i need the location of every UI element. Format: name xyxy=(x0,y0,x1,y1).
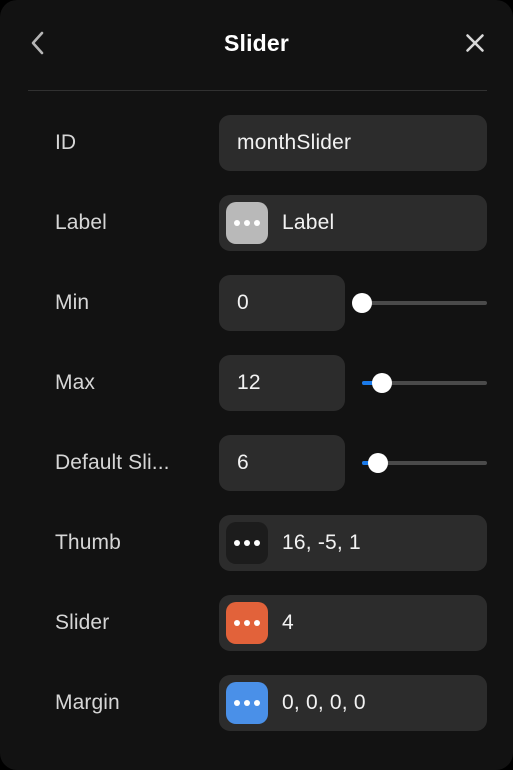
ellipsis-icon[interactable] xyxy=(226,202,268,244)
property-label: Slider xyxy=(55,611,110,634)
property-value-field[interactable]: Label xyxy=(219,195,487,251)
ellipsis-icon[interactable] xyxy=(226,682,268,724)
property-label: Margin xyxy=(55,691,120,714)
property-row: Margin 0, 0, 0, 0 xyxy=(0,663,513,743)
property-value-field[interactable]: 16, -5, 1 xyxy=(219,515,487,571)
property-row: ID monthSlider xyxy=(0,103,513,183)
property-value-text: 6 xyxy=(237,451,249,474)
ellipsis-dot xyxy=(254,220,260,226)
slider-thumb[interactable] xyxy=(352,293,372,313)
slider-track[interactable] xyxy=(362,301,487,305)
ellipsis-icon[interactable] xyxy=(226,522,268,564)
ellipsis-dot xyxy=(234,620,240,626)
property-value-text: 16, -5, 1 xyxy=(282,531,361,554)
slider-thumb[interactable] xyxy=(372,373,392,393)
property-value-text: 12 xyxy=(237,371,261,394)
property-value-field[interactable]: 12 xyxy=(219,355,345,411)
ellipsis-dot xyxy=(254,540,260,546)
property-row: Label Label xyxy=(0,183,513,263)
property-value-field[interactable]: monthSlider xyxy=(219,115,487,171)
ellipsis-dot xyxy=(234,700,240,706)
property-label: Default Sli... xyxy=(55,451,170,474)
property-slider[interactable] xyxy=(352,291,487,315)
property-label: Max xyxy=(55,371,95,394)
panel-title: Slider xyxy=(223,29,290,56)
property-value-field[interactable]: 0 xyxy=(219,275,345,331)
slider-thumb[interactable] xyxy=(368,453,389,473)
property-row: Max 12 xyxy=(0,343,513,423)
slider-properties-panel: Slider ID monthSlider Label Label Min 0 Max 12 D… xyxy=(0,0,513,770)
property-value-text: 0, 0, 0, 0 xyxy=(282,691,366,714)
property-row: Min 0 xyxy=(0,263,513,343)
ellipsis-dot xyxy=(234,220,240,226)
property-value-text: 4 xyxy=(282,611,294,634)
ellipsis-dot xyxy=(244,540,250,546)
property-slider[interactable] xyxy=(362,451,487,475)
header-divider xyxy=(28,90,487,91)
ellipsis-dot xyxy=(234,540,240,546)
back-button[interactable] xyxy=(18,24,56,62)
property-value-field[interactable]: 0, 0, 0, 0 xyxy=(219,675,487,731)
property-slider[interactable] xyxy=(362,371,487,395)
property-label: Thumb xyxy=(55,531,121,554)
property-label: Label xyxy=(55,211,107,234)
property-value-text: monthSlider xyxy=(237,131,352,154)
ellipsis-dot xyxy=(244,220,250,226)
property-value-text: Label xyxy=(282,211,335,234)
properties-list: ID monthSlider Label Label Min 0 Max 12 Default … xyxy=(0,103,513,743)
ellipsis-dot xyxy=(244,700,250,706)
property-row: Slider 4 xyxy=(0,583,513,663)
property-row: Default Sli... 6 xyxy=(0,423,513,503)
close-icon xyxy=(464,32,486,54)
close-button[interactable] xyxy=(457,25,493,61)
ellipsis-dot xyxy=(254,700,260,706)
panel-header: Slider xyxy=(0,0,513,86)
property-label: Min xyxy=(55,291,90,314)
ellipsis-dot xyxy=(244,620,250,626)
property-value-text: 0 xyxy=(237,291,249,314)
property-label: ID xyxy=(55,131,77,154)
property-row: Thumb 16, -5, 1 xyxy=(0,503,513,583)
ellipsis-dot xyxy=(254,620,260,626)
chevron-left-icon xyxy=(29,30,45,56)
ellipsis-icon[interactable] xyxy=(226,602,268,644)
property-value-field[interactable]: 4 xyxy=(219,595,487,651)
property-value-field[interactable]: 6 xyxy=(219,435,345,491)
